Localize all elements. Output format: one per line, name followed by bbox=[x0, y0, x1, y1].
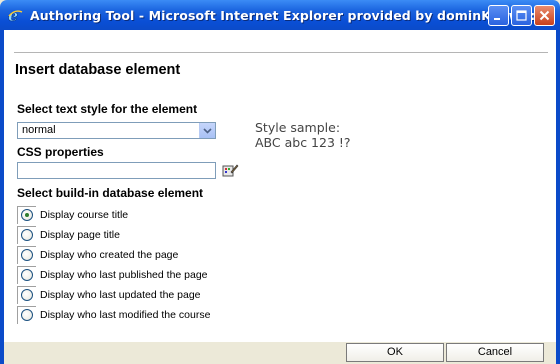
radio-cell bbox=[17, 266, 36, 284]
option-display-page-title[interactable]: Display page title bbox=[17, 226, 120, 244]
minimize-icon bbox=[494, 18, 500, 20]
option-display-who-created[interactable]: Display who created the page bbox=[17, 246, 178, 264]
maximize-button[interactable] bbox=[511, 5, 532, 26]
close-icon bbox=[539, 10, 550, 21]
option-display-who-modified-course[interactable]: Display who last modified the course bbox=[17, 306, 210, 324]
minimize-button[interactable] bbox=[488, 5, 509, 26]
style-sample-title: Style sample: bbox=[255, 120, 341, 135]
option-display-course-title[interactable]: Display course title bbox=[17, 206, 128, 224]
css-properties-label: CSS properties bbox=[17, 145, 104, 159]
dialog-heading: Insert database element bbox=[15, 62, 181, 78]
text-style-label: Select text style for the element bbox=[17, 102, 198, 116]
radio-button[interactable] bbox=[21, 269, 33, 281]
database-element-label: Select build-in database element bbox=[17, 186, 204, 200]
close-button[interactable] bbox=[534, 5, 555, 26]
radio-cell bbox=[17, 206, 36, 224]
internet-explorer-icon: e bbox=[6, 6, 24, 24]
option-label: Display who last published the page bbox=[40, 269, 208, 281]
window-title: Authoring Tool - Microsoft Internet Expl… bbox=[30, 7, 541, 23]
divider bbox=[14, 52, 548, 54]
option-label: Display who last modified the course bbox=[40, 309, 211, 321]
css-properties-input[interactable] bbox=[17, 162, 216, 179]
radio-cell bbox=[17, 226, 36, 244]
dialog-content: Insert database element Select text styl… bbox=[4, 30, 556, 342]
radio-button[interactable] bbox=[21, 229, 33, 241]
title-bar[interactable]: e Authoring Tool - Microsoft Internet Ex… bbox=[0, 0, 560, 30]
style-sample-text: ABC abc 123 !? bbox=[255, 135, 351, 150]
chevron-down-icon[interactable] bbox=[199, 123, 215, 138]
text-style-select[interactable]: normal bbox=[17, 122, 216, 139]
radio-cell bbox=[17, 306, 36, 324]
maximize-icon bbox=[516, 10, 527, 21]
radio-button[interactable] bbox=[21, 249, 33, 261]
option-display-who-published[interactable]: Display who last published the page bbox=[17, 266, 208, 284]
radio-button[interactable] bbox=[21, 309, 33, 321]
ok-button[interactable]: OK bbox=[346, 343, 444, 362]
style-picker-icon[interactable] bbox=[222, 163, 239, 178]
cancel-button[interactable]: Cancel bbox=[446, 343, 544, 362]
option-label: Display who last updated the page bbox=[40, 289, 201, 301]
radio-cell bbox=[17, 286, 36, 304]
radio-cell bbox=[17, 246, 36, 264]
radio-button[interactable] bbox=[21, 209, 33, 221]
option-label: Display course title bbox=[40, 209, 129, 221]
option-label: Display who created the page bbox=[40, 249, 179, 261]
text-style-value: normal bbox=[22, 124, 56, 136]
radio-button[interactable] bbox=[21, 289, 33, 301]
option-label: Display page title bbox=[40, 229, 120, 241]
option-display-who-updated[interactable]: Display who last updated the page bbox=[17, 286, 201, 304]
